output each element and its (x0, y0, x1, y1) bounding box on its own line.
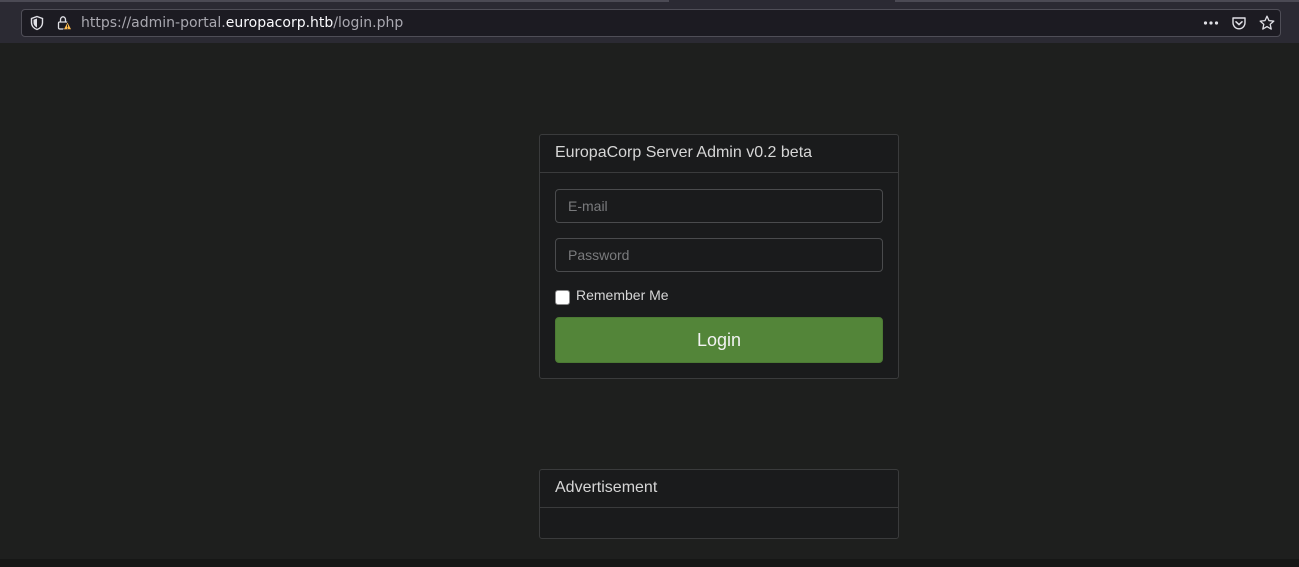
url-path: /login.php (333, 15, 404, 31)
login-panel-title: EuropaCorp Server Admin v0.2 beta (540, 135, 898, 173)
remember-me-checkbox[interactable] (555, 290, 570, 305)
tab-strip-line (895, 0, 1299, 2)
pocket-icon[interactable] (1231, 15, 1247, 31)
password-field[interactable] (555, 238, 883, 272)
tab-strip-line (0, 0, 669, 2)
insecure-lock-icon[interactable] (56, 15, 72, 31)
url-domain: europacorp.htb (225, 15, 334, 31)
url-text[interactable]: https://admin-portal.europacorp.htb/logi… (81, 15, 403, 31)
page-bottom-edge (0, 559, 1299, 567)
browser-toolbar: https://admin-portal.europacorp.htb/logi… (0, 0, 1299, 43)
advertisement-title: Advertisement (540, 470, 898, 508)
remember-me-label[interactable]: Remember Me (576, 287, 669, 303)
login-button[interactable]: Login (555, 317, 883, 363)
email-field[interactable] (555, 189, 883, 223)
advertisement-panel: Advertisement (539, 469, 899, 539)
url-prefix: https://admin-portal. (81, 15, 226, 31)
address-bar[interactable]: https://admin-portal.europacorp.htb/logi… (21, 9, 1281, 37)
shield-icon[interactable] (29, 15, 45, 31)
login-panel: EuropaCorp Server Admin v0.2 beta Rememb… (539, 134, 899, 379)
bookmark-star-icon[interactable] (1259, 15, 1275, 31)
more-icon[interactable] (1203, 15, 1219, 31)
